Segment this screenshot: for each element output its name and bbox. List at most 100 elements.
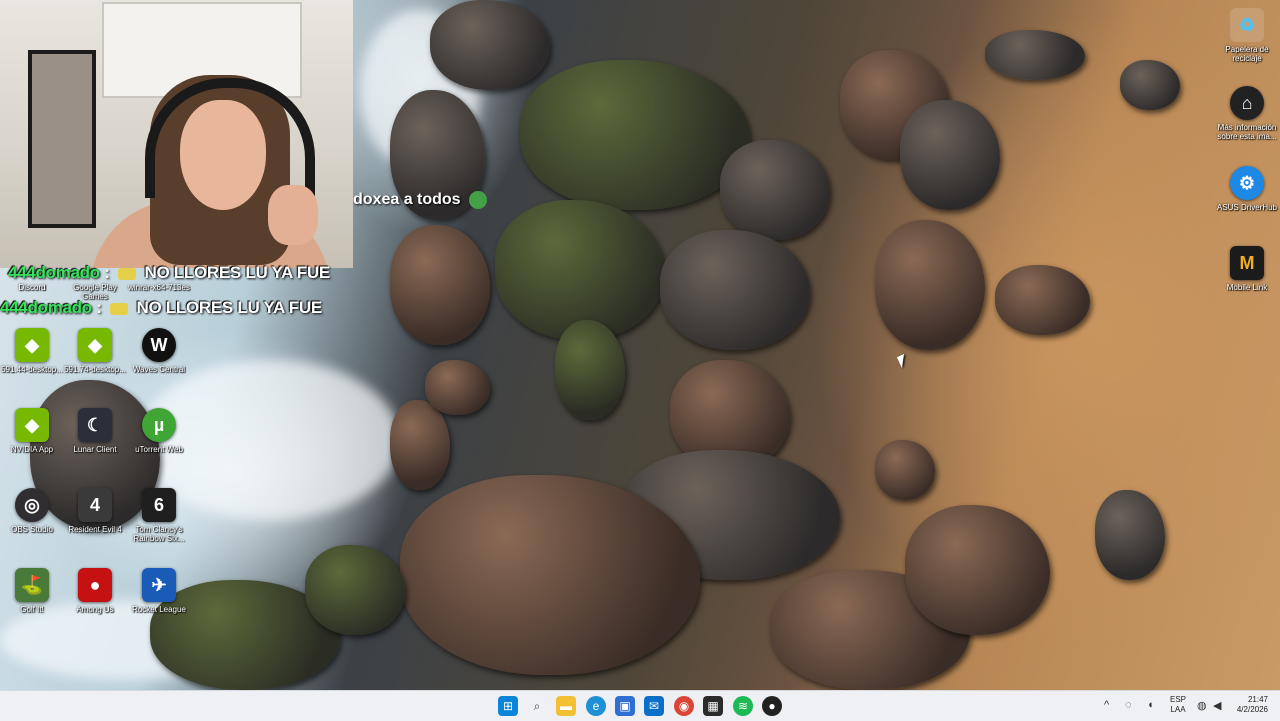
desktop-icon-label: NVIDIA App (10, 445, 54, 454)
webcam-mirror (28, 50, 96, 228)
store-button[interactable]: ▣ (615, 696, 635, 716)
desktop-icon-label: Waves Central (132, 365, 186, 374)
utorrent-icon: µ (142, 408, 176, 442)
wallpaper-rock (430, 0, 550, 90)
desktop-icon-label: Golf It! (20, 605, 44, 614)
chat-message: NO LLORES LU YA FUE (136, 298, 322, 317)
wallpaper-rock (555, 320, 625, 420)
chat-message-text: doxea a todos (353, 191, 461, 209)
desktop-icon-learn-about-picture[interactable]: ⌂ Más información sobre esta ima... (1215, 86, 1279, 141)
mobile-link-icon: M (1230, 246, 1264, 280)
desktop-icon-lunar-client[interactable]: ☾ Lunar Client (63, 408, 127, 454)
rocket-league-icon: ✈ (142, 568, 176, 602)
microphone-icon[interactable]: ◖ (1147, 699, 1154, 711)
desktop-icon-utorrent[interactable]: µ uTorrent Web (127, 408, 191, 454)
desktop-icon-label: ASUS DriverHub (1216, 203, 1277, 212)
chrome-icon: ◉ (678, 699, 690, 713)
wifi-icon[interactable]: ◍ (1197, 699, 1207, 712)
nvidia-installer-icon: ◆ (15, 328, 49, 362)
game-app-button[interactable]: ▦ (703, 696, 723, 716)
desktop-icon-mobile-link[interactable]: M Mobile Link (1215, 246, 1279, 292)
wallpaper-rock (1095, 490, 1165, 580)
asus-driverhub-icon: ⚙ (1230, 166, 1264, 200)
file-explorer-button[interactable]: ▬ (556, 696, 576, 716)
wallpaper-rock (390, 400, 450, 490)
outlook-button[interactable]: ✉ (644, 696, 664, 716)
wallpaper-rock (520, 60, 750, 210)
desktop-icon-waves-central[interactable]: W Waves Central (127, 328, 191, 374)
wallpaper-rock (905, 505, 1050, 635)
desktop-icon-label: OBS Studio (11, 525, 53, 534)
desktop-icon-winrar[interactable]: winrar-x64-713es (127, 280, 191, 292)
rainbow-six-icon: 6 (142, 488, 176, 522)
wallpaper-rock (660, 230, 810, 350)
desktop-icon-label: Resident Evil 4 (68, 525, 122, 534)
edge-button[interactable]: e (586, 696, 606, 716)
clock[interactable]: 21:47 4/2/2026 (1230, 695, 1268, 715)
desktop-icon-label: Discord (18, 283, 46, 292)
nvidia-installer-icon: ◆ (78, 328, 112, 362)
wallpaper-rock (875, 220, 985, 350)
waves-central-icon: W (142, 328, 176, 362)
desktop-icon-rocket-league[interactable]: ✈ Rocket League (127, 568, 191, 614)
desktop-icon-label: Rocket League (132, 605, 186, 614)
media-app-icon: ● (768, 699, 776, 713)
volume-icon[interactable]: ◀ (1213, 699, 1221, 712)
game-app-icon: ▦ (707, 699, 719, 713)
desktop-icon-label: Tom Clancy's Rainbow Six... (133, 525, 185, 543)
language-indicator[interactable]: ESP LAA (1170, 695, 1186, 715)
wallpaper-rock (1120, 60, 1180, 110)
desktop-icon-nvidia-installer-1[interactable]: ◆ 591.44-desktop... (0, 328, 64, 374)
media-app-button[interactable]: ● (762, 696, 782, 716)
clock-date: 4/2/2026 (1236, 705, 1268, 714)
desktop-icon-among-us[interactable]: ● Among Us (63, 568, 127, 614)
desktop-icon-discord[interactable]: Discord (0, 280, 64, 292)
wallpaper-rock (985, 30, 1085, 80)
desktop-icon-label: Google Play Games (73, 283, 117, 301)
desktop-icon-asus-driverhub[interactable]: ⚙ ASUS DriverHub (1215, 166, 1279, 212)
desktop-icon-label: uTorrent Web (135, 445, 183, 454)
desktop-icon-label: winrar-x64-713es (128, 283, 190, 292)
webcam-person-hand (268, 185, 318, 245)
chat-line: 444domado : NO LLORES LU YA FUE (0, 298, 322, 318)
chat-message-small: doxea a todos (353, 191, 487, 209)
keyboard-layout: LAA (1170, 705, 1186, 714)
desktop-icon-nvidia-installer-2[interactable]: ◆ 591.74-desktop... (63, 328, 127, 374)
desktop-icon-label: Lunar Client (73, 445, 117, 454)
search-button[interactable]: ⌕ (527, 696, 547, 716)
store-icon: ▣ (619, 699, 631, 713)
spotify-button[interactable]: ≋ (733, 696, 753, 716)
nvidia-app-icon: ◆ (15, 408, 49, 442)
taskbar: ⊞ ⌕ ▬ e ▣ ✉ ◉ ▦ ≋ ● ^ ◌ ◖ ESP LAA ◍ ◀ 21… (0, 690, 1280, 721)
desktop-icon-label: Papelera de reciclaje (1225, 45, 1269, 63)
wallpaper-rock (305, 545, 405, 635)
network-icon[interactable]: ◌ (1125, 699, 1132, 711)
chevron-up-icon[interactable]: ^ (1104, 699, 1109, 711)
golf-it-icon: ⛳ (15, 568, 49, 602)
desktop-icon-obs-studio[interactable]: ◎ OBS Studio (0, 488, 64, 534)
wallpaper-rock (995, 265, 1090, 335)
chat-emote-icon (110, 302, 129, 315)
desktop-icon-nvidia-app[interactable]: ◆ NVIDIA App (0, 408, 64, 454)
wallpaper-rock (900, 100, 1000, 210)
start-button[interactable]: ⊞ (498, 696, 518, 716)
lunar-client-icon: ☾ (78, 408, 112, 442)
desktop-icon-label: 591.44-desktop... (1, 365, 63, 374)
chat-emote-icon (118, 267, 137, 280)
windows-start-icon: ⊞ (502, 699, 514, 713)
desktop-icon-google-play-games[interactable]: Google Play Games (63, 280, 127, 301)
resident-evil-4-icon: 4 (78, 488, 112, 522)
desktop-icon-golf-it[interactable]: ⛳ Golf It! (0, 568, 64, 614)
language-code: ESP (1170, 695, 1187, 704)
spotify-icon: ≋ (737, 699, 749, 713)
desktop-icon-label: Más información sobre esta ima... (1217, 123, 1277, 141)
desktop-icon-resident-evil-4[interactable]: 4 Resident Evil 4 (63, 488, 127, 534)
learn-about-picture-icon: ⌂ (1230, 86, 1264, 120)
desktop-icon-rainbow-six[interactable]: 6 Tom Clancy's Rainbow Six... (127, 488, 191, 543)
folder-icon: ▬ (560, 699, 572, 713)
desktop-icon-label: Among Us (76, 605, 114, 614)
desktop-icon-recycle-bin[interactable]: ♻ Papelera de reciclaje (1215, 8, 1279, 63)
wallpaper-rock (425, 360, 490, 415)
among-us-icon: ● (78, 568, 112, 602)
chrome-button[interactable]: ◉ (674, 696, 694, 716)
